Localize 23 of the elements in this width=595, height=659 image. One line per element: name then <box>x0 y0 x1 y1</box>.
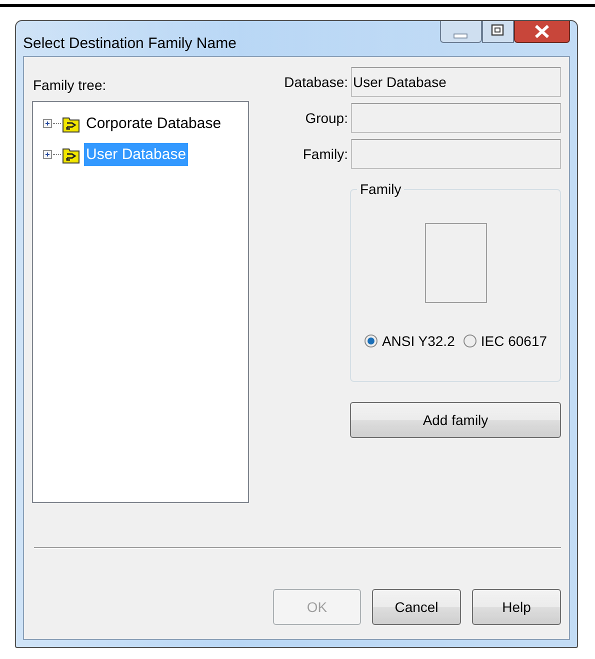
tree-item[interactable]: Corporate Database <box>84 112 224 135</box>
field-label: Family: <box>302 146 349 162</box>
field-label: Database: <box>283 74 349 90</box>
folder-icon <box>62 114 80 132</box>
close-icon[interactable] <box>514 21 570 43</box>
family-field[interactable] <box>351 139 561 169</box>
database-field[interactable]: User Database <box>351 67 561 97</box>
expand-icon[interactable] <box>43 150 52 159</box>
add-family-button[interactable]: Add family <box>350 402 561 438</box>
maximize-icon[interactable] <box>482 21 514 43</box>
folder-icon <box>62 146 80 164</box>
radio-option[interactable]: ANSI Y32.2 <box>364 333 455 349</box>
expand-icon[interactable] <box>43 119 52 128</box>
family-tree[interactable]: Corporate Database User Database <box>32 101 249 503</box>
window-title: Select Destination Family Name <box>23 35 236 52</box>
group-title: Family <box>357 181 404 197</box>
minimize-icon[interactable] <box>440 21 482 43</box>
cancel-button[interactable]: Cancel <box>372 589 461 625</box>
group-field[interactable] <box>351 103 561 133</box>
help-button[interactable]: Help <box>472 589 561 625</box>
radio-option[interactable]: IEC 60617 <box>462 333 548 349</box>
field-label: Group: <box>304 110 349 126</box>
family-tree-label: Family tree: <box>33 77 108 95</box>
